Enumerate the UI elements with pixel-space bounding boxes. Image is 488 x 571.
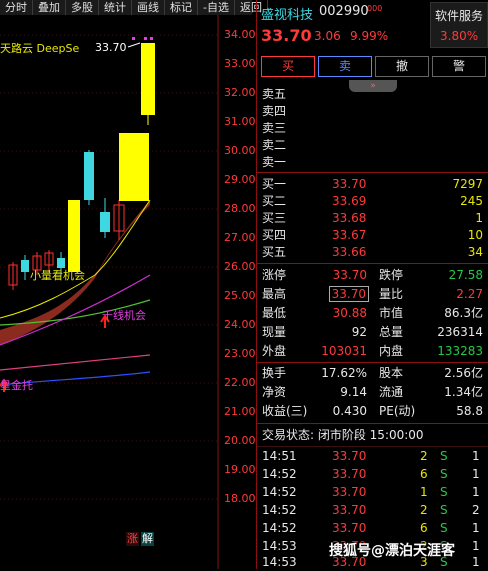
price-change-pct: 9.99% bbox=[350, 29, 389, 43]
axis-label-33: 33.00 bbox=[224, 57, 256, 70]
stat-row-outer-inner: 外盘 103031 内盘 133283 bbox=[262, 344, 483, 358]
kline-chart[interactable]: 天路云 DeepSe 33.70 34.00 33.00 32.00 31.00… bbox=[0, 15, 256, 569]
axis-label-32: 32.00 bbox=[224, 86, 256, 99]
axis-label-19: 19.00 bbox=[224, 463, 256, 476]
axis-label-26: 26.00 bbox=[224, 260, 256, 273]
tick-row: 14:52 33.70 6 S 1 bbox=[262, 521, 480, 535]
tick-row: 14:51 33.70 2 S 1 bbox=[262, 449, 480, 463]
axis-label-28: 28.00 bbox=[224, 202, 256, 215]
toolbar-draw-line[interactable]: 画线 bbox=[132, 0, 165, 15]
sell-button[interactable]: 卖 bbox=[318, 56, 372, 77]
quote-panel: 盛视科技 002990 000 33.70 3.06 9.99% 软件服务 3.… bbox=[256, 0, 488, 569]
toolbar-overlay[interactable]: 叠加 bbox=[33, 0, 66, 15]
stock-name: 盛视科技 bbox=[261, 8, 314, 23]
sector-name: 软件服务 bbox=[435, 9, 484, 23]
ma-pink-line bbox=[0, 354, 151, 371]
stat-row-turnover: 换手 17.62% 股本 2.56亿 bbox=[262, 366, 483, 380]
annotation-small-volume: 小量看机会 bbox=[30, 269, 85, 282]
price-change: 3.06 bbox=[314, 29, 341, 43]
divider bbox=[257, 362, 488, 363]
cancel-order-button[interactable]: 撤 bbox=[375, 56, 429, 77]
axis-label-27: 27.00 bbox=[224, 231, 256, 244]
ask-row-3: 卖三 bbox=[262, 121, 287, 135]
toolbar-remove-watchlist[interactable]: -自选 bbox=[198, 0, 235, 15]
stat-row-earnings: 收益(三) 0.430 PE(动) 58.8 bbox=[262, 404, 483, 418]
divider bbox=[257, 263, 488, 264]
axis-label-20: 20.00 bbox=[224, 434, 256, 447]
tick-row: 14:52 33.70 1 S 1 bbox=[262, 485, 480, 499]
tick-row: 14:52 33.70 2 S 2 bbox=[262, 503, 480, 517]
alert-button[interactable]: 警 bbox=[432, 56, 486, 77]
ask-row-5: 卖五 bbox=[262, 87, 287, 101]
high-price-label: 33.70 bbox=[95, 41, 127, 54]
limit-up-button[interactable]: 涨 bbox=[126, 532, 139, 546]
bid-row-1: 买一 33.70 7297 bbox=[262, 177, 483, 191]
axis-label-23: 23.00 bbox=[224, 347, 256, 360]
sector-box[interactable]: 软件服务 3.80% bbox=[430, 2, 488, 48]
stat-row-net-assets: 净资 9.14 流通 1.34亿 bbox=[262, 385, 483, 399]
stat-row-limits: 涨停 33.70 跌停 27.58 bbox=[262, 268, 483, 282]
annotation-line-chance: 千线机会 bbox=[102, 309, 146, 322]
toolbar-multi-stock[interactable]: 多股 bbox=[66, 0, 99, 15]
axis-label-24: 24.00 bbox=[224, 318, 256, 331]
divider bbox=[257, 446, 488, 447]
stat-row-volume: 现量 92 总量 236314 bbox=[262, 325, 483, 339]
bid-row-2: 买二 33.69 245 bbox=[262, 194, 483, 208]
tick-row: 14:52 33.70 6 S 1 bbox=[262, 467, 480, 481]
annotation-gold-support: 星金托 bbox=[0, 379, 33, 392]
candles bbox=[8, 43, 155, 290]
stock-code: 002990 bbox=[319, 4, 369, 19]
stat-row-low: 最低 30.88 市值 86.3亿 bbox=[262, 306, 483, 320]
signal-dots bbox=[132, 37, 153, 40]
divider bbox=[257, 423, 488, 424]
toolbar-mark[interactable]: 标记 bbox=[165, 0, 198, 15]
trade-status: 交易状态: 闭市阶段 15:00:00 bbox=[262, 428, 424, 442]
axis-label-31: 31.00 bbox=[224, 115, 256, 128]
ask-row-4: 卖四 bbox=[262, 104, 287, 118]
ask-row-1: 卖一 bbox=[262, 155, 287, 169]
bid-row-5: 买五 33.66 34 bbox=[262, 245, 483, 259]
chart-toolbar: 分时 叠加 多股 统计 画线 标记 -自选 返回 bbox=[0, 0, 268, 15]
stock-code-suffix: 000 bbox=[367, 4, 383, 13]
divider bbox=[257, 172, 488, 173]
axis-label-30: 30.00 bbox=[224, 144, 256, 157]
indicator-label: 天路云 DeepSe bbox=[0, 42, 80, 55]
buy-button[interactable]: 买 bbox=[261, 56, 315, 77]
axis-label-25: 25.00 bbox=[224, 289, 256, 302]
ask-row-2: 卖二 bbox=[262, 138, 287, 152]
watermark: 搜狐号@漂泊天涯客 bbox=[329, 543, 455, 559]
axis-label-21: 21.00 bbox=[224, 405, 256, 418]
toolbar-intraday[interactable]: 分时 bbox=[0, 0, 33, 15]
axis-label-29: 29.00 bbox=[224, 173, 256, 186]
axis-label-18: 18.00 bbox=[224, 492, 256, 505]
stat-row-high: 最高 33.70 量比 2.27 bbox=[262, 286, 483, 302]
explain-button[interactable]: 解 bbox=[141, 532, 154, 546]
axis-label-22: 22.00 bbox=[224, 376, 256, 389]
axis-label-34: 34.00 bbox=[224, 28, 256, 41]
bid-row-3: 买三 33.68 1 bbox=[262, 211, 483, 225]
current-price: 33.70 bbox=[261, 26, 312, 45]
sector-pct: 3.80% bbox=[440, 29, 479, 43]
bid-row-4: 买四 33.67 10 bbox=[262, 228, 483, 242]
high-value-box[interactable]: 33.70 bbox=[328, 286, 369, 302]
toolbar-statistics[interactable]: 统计 bbox=[99, 0, 132, 15]
